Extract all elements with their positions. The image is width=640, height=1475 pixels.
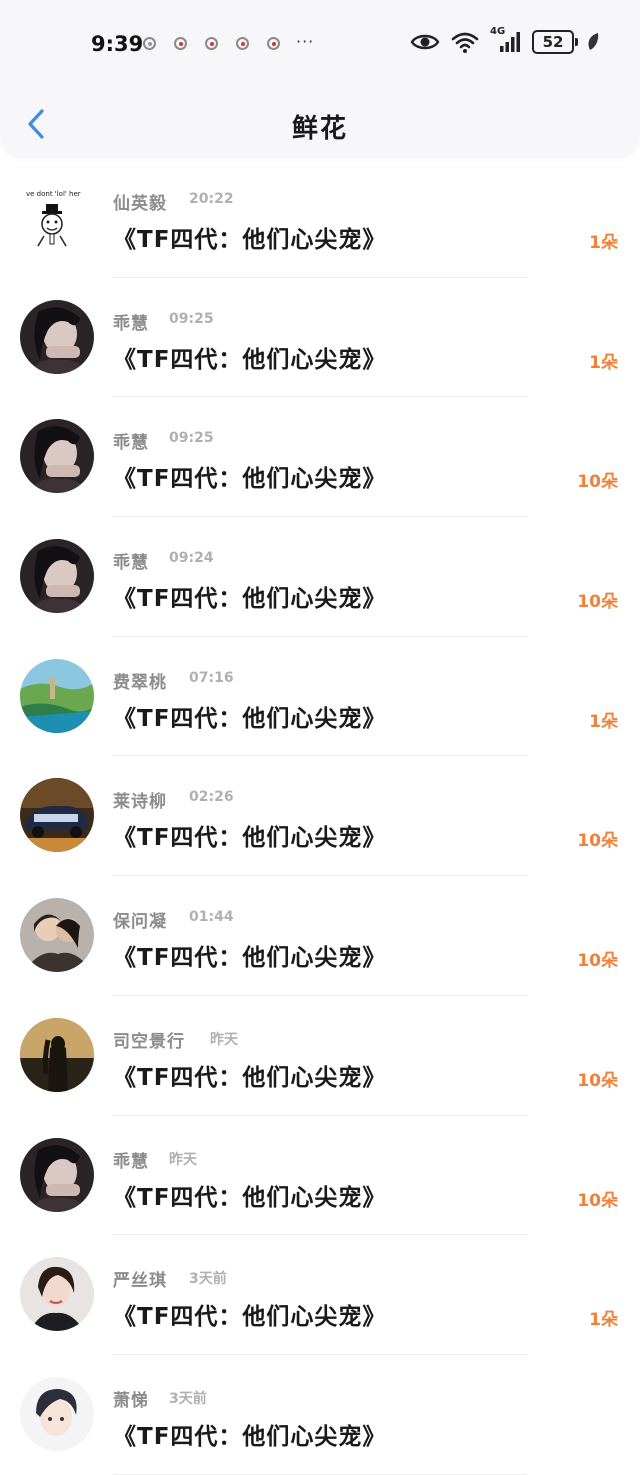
list-item[interactable]: 乖慧 09:25 《TF四代：他们心尖宠》 10朵 [0, 397, 640, 517]
sender-name: 乖慧 [113, 1151, 149, 1172]
battery-icon: 52 [532, 30, 578, 54]
book-title: 《TF四代：他们心尖宠》 [113, 945, 387, 972]
list-item[interactable]: 乖慧 09:25 《TF四代：他们心尖宠》 1朵 [0, 278, 640, 398]
list-item[interactable]: 严丝琪 3天前 《TF四代：他们心尖宠》 1朵 [0, 1235, 640, 1355]
flower-amount: 10朵 [577, 592, 618, 613]
send-time: 07:16 [189, 669, 234, 686]
list-item[interactable]: ve dont 'lol' her 仙英毅 20:22 《TF四代：他们心尖宠》… [0, 158, 640, 278]
book-title: 《TF四代：他们心尖宠》 [113, 466, 387, 493]
sender-name: 严丝琪 [113, 1271, 167, 1292]
status-time: 9:39 [91, 32, 144, 56]
sender-name: 莱诗柳 [113, 792, 167, 813]
dark-portrait-avatar [20, 1137, 94, 1212]
woman-portrait-avatar [20, 1257, 94, 1332]
send-time: 3天前 [189, 1271, 227, 1288]
book-title: 《TF四代：他们心尖宠》 [113, 586, 387, 613]
send-time: 01:44 [189, 909, 234, 926]
flower-amount: 10朵 [577, 951, 618, 972]
sender-name: 乖慧 [113, 553, 149, 574]
flower-amount: 1朵 [589, 233, 618, 253]
send-time: 昨天 [210, 1031, 238, 1048]
book-title: 《TF四代：他们心尖宠》 [113, 1184, 387, 1211]
list-item[interactable]: 乖慧 09:24 《TF四代：他们心尖宠》 10朵 [0, 517, 640, 637]
car-avatar [20, 778, 94, 853]
send-time: 20:22 [189, 191, 234, 207]
sender-name: 费翠桃 [113, 672, 167, 693]
list-item[interactable]: 莱诗柳 02:26 《TF四代：他们心尖宠》 10朵 [0, 756, 640, 876]
leaf-icon [588, 33, 599, 50]
list-item[interactable]: 司空景行 昨天 《TF四代：他们心尖宠》 10朵 [0, 996, 640, 1116]
sender-name: 乖慧 [113, 433, 149, 454]
flower-amount: 1朵 [589, 352, 618, 373]
flower-record-list: ve dont 'lol' her 仙英毅 20:22 《TF四代：他们心尖宠》… [0, 158, 640, 1475]
flower-amount: 10朵 [577, 1190, 618, 1211]
list-item[interactable]: 费翠桃 07:16 《TF四代：他们心尖宠》 1朵 [0, 637, 640, 757]
book-title: 《TF四代：他们心尖宠》 [113, 1304, 387, 1331]
dark-portrait-avatar [20, 299, 94, 374]
eye-icon [410, 34, 440, 50]
book-title: 《TF四代：他们心尖宠》 [113, 705, 387, 732]
silhouette-avatar [20, 1017, 94, 1092]
top-bar: 9:39 ··· 4G 52 鲜花 [0, 0, 640, 158]
cellular-signal-icon: 4G [490, 26, 522, 54]
couple-avatar [20, 898, 94, 973]
avatar-caption: ve dont 'lol' her [26, 190, 81, 198]
send-time: 3天前 [169, 1390, 207, 1407]
book-title: 《TF四代：他们心尖宠》 [113, 227, 387, 253]
notification-icon [143, 37, 156, 50]
dark-portrait-avatar [20, 539, 94, 614]
list-item[interactable]: 乖慧 昨天 《TF四代：他们心尖宠》 10朵 [0, 1116, 640, 1236]
anime-avatar [20, 1376, 94, 1451]
flower-amount: 1朵 [589, 1310, 618, 1331]
sender-name: 萧悌 [113, 1390, 149, 1411]
send-time: 09:25 [169, 310, 214, 327]
page-header: 鲜花 [0, 90, 640, 158]
book-title: 《TF四代：他们心尖宠》 [113, 1064, 387, 1091]
dark-portrait-avatar [20, 419, 94, 494]
notification-icon [236, 37, 249, 50]
send-time: 09:24 [169, 550, 214, 567]
list-item[interactable]: 萧悌 3天前 《TF四代：他们心尖宠》 [0, 1355, 640, 1475]
flower-amount: 10朵 [577, 1070, 618, 1091]
wifi-icon [451, 32, 479, 53]
landscape-avatar [20, 658, 94, 733]
book-title: 《TF四代：他们心尖宠》 [113, 825, 387, 852]
book-title: 《TF四代：他们心尖宠》 [113, 346, 387, 373]
sender-name: 仙英毅 [113, 194, 167, 214]
notification-icon [174, 37, 187, 50]
send-time: 昨天 [169, 1151, 197, 1168]
status-right-icons: 4G 52 [410, 26, 600, 54]
flower-amount: 1朵 [589, 711, 618, 732]
notification-icon [267, 37, 280, 50]
notification-icons: ··· [143, 32, 314, 51]
notification-icon [205, 37, 218, 50]
flower-amount: 10朵 [577, 472, 618, 493]
sender-name: 乖慧 [113, 313, 149, 334]
sender-name: 保问凝 [113, 912, 167, 933]
status-bar: 9:39 ··· 4G 52 [0, 0, 640, 90]
send-time: 09:25 [169, 430, 214, 447]
sender-name: 司空景行 [113, 1031, 185, 1052]
meme-avatar: ve dont 'lol' her [20, 180, 94, 254]
list-item[interactable]: 保问凝 01:44 《TF四代：他们心尖宠》 10朵 [0, 876, 640, 996]
page-title: 鲜花 [291, 114, 348, 144]
flower-amount: 10朵 [577, 831, 618, 852]
more-notifications-icon: ··· [296, 32, 315, 51]
send-time: 02:26 [189, 789, 234, 806]
